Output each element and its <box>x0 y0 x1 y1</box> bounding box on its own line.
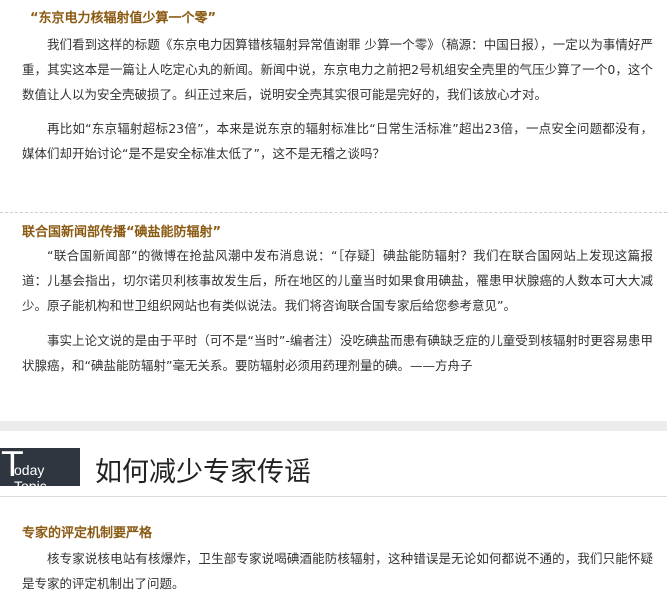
section-tokyo-electric: “东京电力核辐射值少算一个零” 我们看到这样的标题《东京电力因算错核辐射异常值谢… <box>0 10 667 166</box>
paragraph: 再比如“东京辐射超标23倍”，本来是说东京的辐射标准比“日常生活标准”超出23倍… <box>22 121 653 161</box>
topic-title: 如何减少专家传谣 <box>95 457 311 488</box>
paragraph: 我们看到这样的标题《东京电力因算错核辐射异常值谢罪 少算一个零》（稿源：中国日报… <box>22 37 653 102</box>
logo-text: oday Topic <box>14 462 47 494</box>
dashed-divider <box>0 212 667 213</box>
today-topic-logo: T oday Topic <box>0 445 80 494</box>
paragraph: 事实上论文说的是由于平时（可不是“当时”-编者注）没吃碘盐而患有碘缺乏症的儿童受… <box>22 333 653 373</box>
section-heading: 联合国新闻部传播“碘盐能防辐射” <box>22 225 222 240</box>
section-un-iodized-salt: 联合国新闻部传播“碘盐能防辐射” “联合国新闻部”的微博在抢盐风潮中发布消息说：… <box>0 224 667 378</box>
section-heading: 专家的评定机制要严格 <box>22 526 153 541</box>
topic-divider <box>0 496 667 497</box>
paragraph: “联合国新闻部”的微博在抢盐风潮中发布消息说：“［存疑］碘盐能防辐射？我们在联合… <box>22 248 653 313</box>
today-topic-header: T oday Topic 如何减少专家传谣 <box>0 432 667 496</box>
section-heading: “东京电力核辐射值少算一个零” <box>30 11 217 26</box>
paragraph: 核专家说核电站有核爆炸，卫生部专家说喝碘酒能防核辐射，这种错误是无论如何都说不通… <box>22 551 653 591</box>
section-expert-review: 专家的评定机制要严格 核专家说核电站有核爆炸，卫生部专家说喝碘酒能防核辐射，这种… <box>0 525 667 596</box>
section-divider-bar <box>0 421 667 431</box>
